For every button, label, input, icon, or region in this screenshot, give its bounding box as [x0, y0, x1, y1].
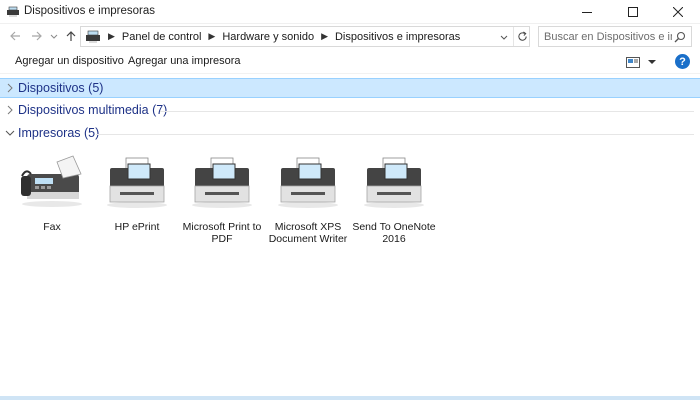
printer-name: Send To OneNote 2016 — [352, 221, 436, 245]
chevron-down-icon — [50, 34, 58, 39]
arrow-up-icon — [66, 31, 76, 41]
add-device-button[interactable]: Agregar un dispositivo — [15, 55, 124, 67]
group-divider — [96, 134, 694, 135]
printer-icon — [192, 157, 252, 208]
forward-button[interactable] — [28, 27, 46, 45]
chevron-down-icon — [648, 60, 656, 64]
printer-icon — [278, 157, 338, 208]
list-item[interactable]: Fax — [9, 152, 95, 233]
maximize-icon — [628, 7, 638, 17]
list-item[interactable]: Send To OneNote 2016 — [351, 152, 437, 245]
command-bar: Agregar un dispositivo Agregar una impre… — [0, 50, 700, 74]
chevron-down-icon — [500, 35, 508, 40]
group-header-devices[interactable]: Dispositivos (5) — [0, 78, 700, 98]
printer-icon — [364, 157, 424, 208]
group-header-printers[interactable]: Impresoras (5) — [0, 124, 700, 144]
breadcrumb-control-panel[interactable]: Panel de control — [122, 31, 202, 43]
close-button[interactable] — [655, 0, 700, 24]
list-item[interactable]: Microsoft XPS Document Writer — [265, 152, 351, 245]
navigation-bar: ▶ Panel de control ▶ Hardware y sonido ▶… — [0, 24, 700, 50]
refresh-icon — [518, 31, 527, 41]
fax-icon — [21, 155, 82, 207]
chevron-right-icon[interactable] — [5, 83, 15, 93]
status-bar-edge — [0, 396, 700, 400]
devices-printers-icon — [86, 30, 100, 43]
group-label-printers: Impresoras (5) — [18, 126, 100, 140]
breadcrumb-devices-printers[interactable]: Dispositivos e impresoras — [335, 31, 460, 43]
group-label-devices: Dispositivos (5) — [18, 81, 104, 95]
refresh-button[interactable] — [513, 27, 531, 46]
printer-name: Microsoft Print to PDF — [182, 221, 262, 245]
change-view-button[interactable] — [626, 55, 656, 69]
group-label-multimedia: Dispositivos multimedia (7) — [18, 103, 168, 117]
recent-locations-button[interactable] — [48, 27, 60, 45]
search-icon[interactable] — [674, 31, 686, 43]
group-header-multimedia[interactable]: Dispositivos multimedia (7) — [0, 101, 700, 121]
arrow-left-icon — [10, 31, 20, 41]
minimize-button[interactable] — [564, 0, 610, 24]
minimize-icon — [582, 12, 592, 13]
search-input[interactable] — [544, 29, 672, 44]
up-button[interactable] — [62, 27, 80, 45]
chevron-right-icon[interactable]: ▶ — [208, 31, 215, 42]
add-printer-button[interactable]: Agregar una impresora — [128, 55, 241, 67]
maximize-button[interactable] — [610, 0, 656, 24]
close-icon — [673, 7, 683, 17]
address-bar[interactable]: ▶ Panel de control ▶ Hardware y sonido ▶… — [80, 26, 530, 47]
help-button[interactable]: ? — [675, 54, 690, 69]
list-item[interactable]: Microsoft Print to PDF — [179, 152, 265, 245]
title-bar: Dispositivos e impresoras — [0, 0, 700, 24]
chevron-right-icon: ▶ — [108, 31, 115, 41]
list-item[interactable]: HP ePrint — [94, 152, 180, 233]
chevron-right-icon[interactable] — [5, 105, 15, 115]
chevron-down-icon[interactable] — [5, 128, 15, 138]
group-divider — [160, 111, 694, 112]
address-history-button[interactable] — [496, 27, 512, 46]
printer-name: HP ePrint — [114, 221, 160, 233]
search-box[interactable] — [538, 26, 692, 47]
chevron-right-icon[interactable]: ▶ — [321, 31, 328, 42]
printer-name: Fax — [43, 221, 61, 233]
devices-printers-icon — [7, 6, 19, 17]
view-options-icon — [626, 56, 640, 68]
arrow-right-icon — [32, 31, 42, 41]
window-title: Dispositivos e impresoras — [24, 5, 156, 17]
back-button[interactable] — [6, 27, 24, 45]
printer-icon — [107, 157, 167, 208]
printer-name: Microsoft XPS Document Writer — [268, 221, 348, 245]
breadcrumb-hardware-sound[interactable]: Hardware y sonido — [222, 31, 314, 43]
